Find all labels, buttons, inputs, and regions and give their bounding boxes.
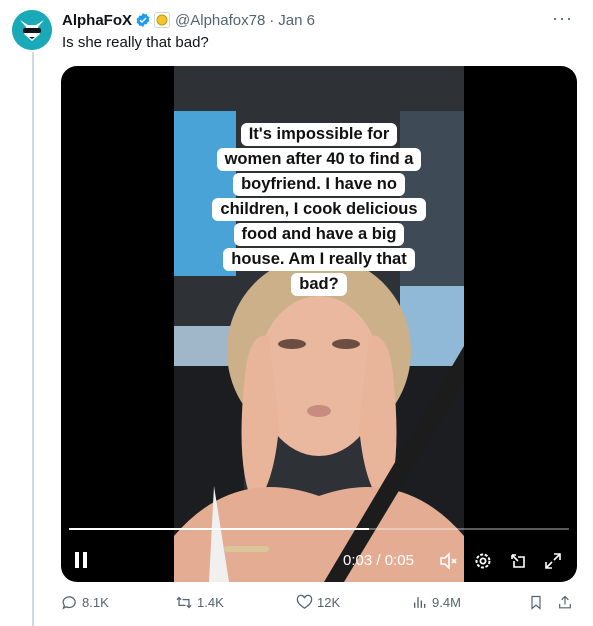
- tweet-date[interactable]: Jan 6: [278, 12, 315, 29]
- like-count: 12K: [317, 595, 341, 610]
- video-progress-fill: [69, 528, 369, 530]
- fox-mask-icon: [12, 10, 52, 50]
- settings-icon[interactable]: [472, 550, 494, 572]
- fullscreen-icon[interactable]: [542, 550, 564, 572]
- pause-icon[interactable]: [75, 552, 87, 568]
- reply-button[interactable]: 8.1K: [61, 594, 109, 611]
- author-name[interactable]: AlphaFoX: [62, 12, 132, 29]
- caption-line: It's impossible for: [240, 123, 398, 146]
- video-progress-bar[interactable]: [69, 528, 569, 530]
- repost-count: 1.4K: [197, 595, 224, 610]
- like-button[interactable]: 12K: [296, 594, 340, 611]
- repost-button[interactable]: 1.4K: [175, 594, 224, 611]
- caption-line: food and have a big: [233, 223, 405, 246]
- time-total: 0:05: [384, 552, 414, 569]
- caption-line: boyfriend. I have no: [233, 173, 405, 196]
- caption-line: house. Am I really that: [223, 248, 415, 271]
- thread-line: [32, 52, 34, 626]
- caption-line: bad?: [291, 273, 347, 296]
- video-player[interactable]: It's impossible for women after 40 to fi…: [61, 66, 577, 582]
- author-handle[interactable]: @Alphafox78: [175, 12, 265, 29]
- bookmark-icon: [531, 595, 541, 610]
- video-frame: It's impossible for women after 40 to fi…: [174, 66, 464, 582]
- tweet-text: Is she really that bad?: [62, 34, 209, 51]
- caption-line: children, I cook delicious: [212, 198, 426, 221]
- views-icon: [414, 597, 426, 608]
- pip-icon[interactable]: [507, 550, 529, 572]
- gold-coin-icon[interactable]: [154, 12, 170, 28]
- mute-icon[interactable]: [437, 550, 459, 572]
- tweet-header: AlphaFoX @Alphafox78 · Jan 6: [62, 10, 315, 30]
- reply-count: 8.1K: [82, 595, 109, 610]
- bookmark-button[interactable]: [528, 594, 544, 611]
- share-button[interactable]: [557, 594, 573, 611]
- views-count: 9.4M: [432, 595, 461, 610]
- views-button[interactable]: 9.4M: [412, 594, 461, 611]
- more-icon[interactable]: ···: [552, 8, 573, 29]
- reply-icon: [62, 596, 76, 610]
- avatar[interactable]: [12, 10, 52, 50]
- time-separator: /: [372, 552, 385, 569]
- time-current: 0:03: [343, 552, 373, 569]
- repost-icon: [176, 596, 192, 609]
- video-caption: It's impossible for women after 40 to fi…: [174, 122, 464, 297]
- heart-icon: [296, 594, 313, 609]
- verified-badge-icon: [135, 12, 151, 28]
- tweet-actions: 8.1K 1.4K 12K 9.4M: [61, 594, 581, 616]
- share-icon: [559, 595, 571, 609]
- video-time: 0:03 / 0:05: [343, 552, 414, 569]
- caption-line: women after 40 to find a: [216, 148, 422, 171]
- video-controls: 0:03 / 0:05: [61, 544, 577, 576]
- separator-dot: ·: [269, 11, 275, 29]
